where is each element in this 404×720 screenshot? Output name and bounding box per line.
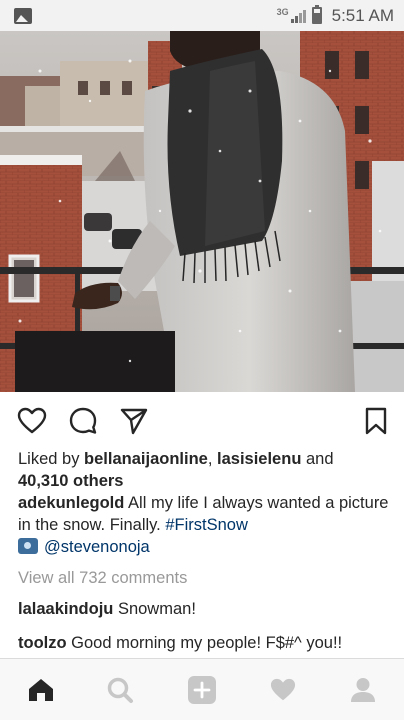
search-icon (107, 677, 133, 703)
bottom-navigation (0, 658, 404, 720)
status-bar: 3G 5:51 AM (0, 0, 404, 31)
bookmark-button[interactable] (359, 404, 393, 438)
nav-search-button[interactable] (103, 673, 137, 707)
post-photo-illustration (0, 31, 404, 392)
heart-icon (17, 407, 47, 434)
camera-emoji-icon (18, 538, 38, 554)
status-time: 5:51 AM (331, 5, 394, 25)
likes-conjunction: and (301, 450, 334, 468)
likes-summary: Liked by bellanaijaonline, lasisielenu a… (18, 448, 394, 492)
post-details: Liked by bellanaijaonline, lasisielenu a… (18, 448, 394, 654)
network-type-label: 3G (276, 6, 289, 17)
comment-icon (69, 407, 97, 434)
nav-activity-button[interactable] (266, 673, 300, 707)
nav-add-post-button[interactable] (185, 673, 219, 707)
likes-count-link[interactable]: 40,310 others (18, 472, 123, 490)
comment-item: lalaakindoju Snowman! (18, 598, 394, 620)
comment-item: toolzo Good morning my people! F$#^ you!… (18, 632, 394, 654)
comment-button[interactable] (66, 404, 100, 438)
caption-mention[interactable]: @stevenonoja (44, 538, 150, 556)
nav-home-button[interactable] (24, 673, 58, 707)
liker-username[interactable]: lasisielenu (217, 450, 301, 468)
caption-hashtag[interactable]: #FirstSnow (165, 516, 248, 534)
comment-text: Good morning my people! F$#^ you!! (71, 634, 343, 652)
comment-username[interactable]: lalaakindoju (18, 600, 113, 618)
share-icon (120, 408, 148, 435)
post-caption: adekunlegold All my life I always wanted… (18, 492, 394, 558)
image-notification-icon (14, 7, 32, 24)
nav-profile-button[interactable] (346, 673, 380, 707)
post-actions (0, 404, 404, 442)
liker-username[interactable]: bellanaijaonline (84, 450, 208, 468)
comment-text: Snowman! (117, 600, 196, 618)
home-icon (29, 679, 53, 701)
profile-icon (351, 678, 375, 702)
post-photo[interactable] (0, 31, 404, 392)
activity-heart-icon (270, 678, 296, 701)
like-button[interactable] (15, 404, 49, 438)
likes-separator: , (207, 450, 218, 468)
share-button[interactable] (117, 404, 151, 438)
caption-username[interactable]: adekunlegold (18, 494, 124, 512)
view-all-comments-link[interactable]: View all 732 comments (18, 567, 394, 589)
likes-prefix: Liked by (18, 450, 85, 468)
comment-username[interactable]: toolzo (18, 634, 67, 652)
signal-strength-icon (290, 9, 306, 23)
add-post-icon (188, 676, 216, 704)
bookmark-icon (365, 407, 387, 435)
battery-icon (311, 5, 322, 24)
